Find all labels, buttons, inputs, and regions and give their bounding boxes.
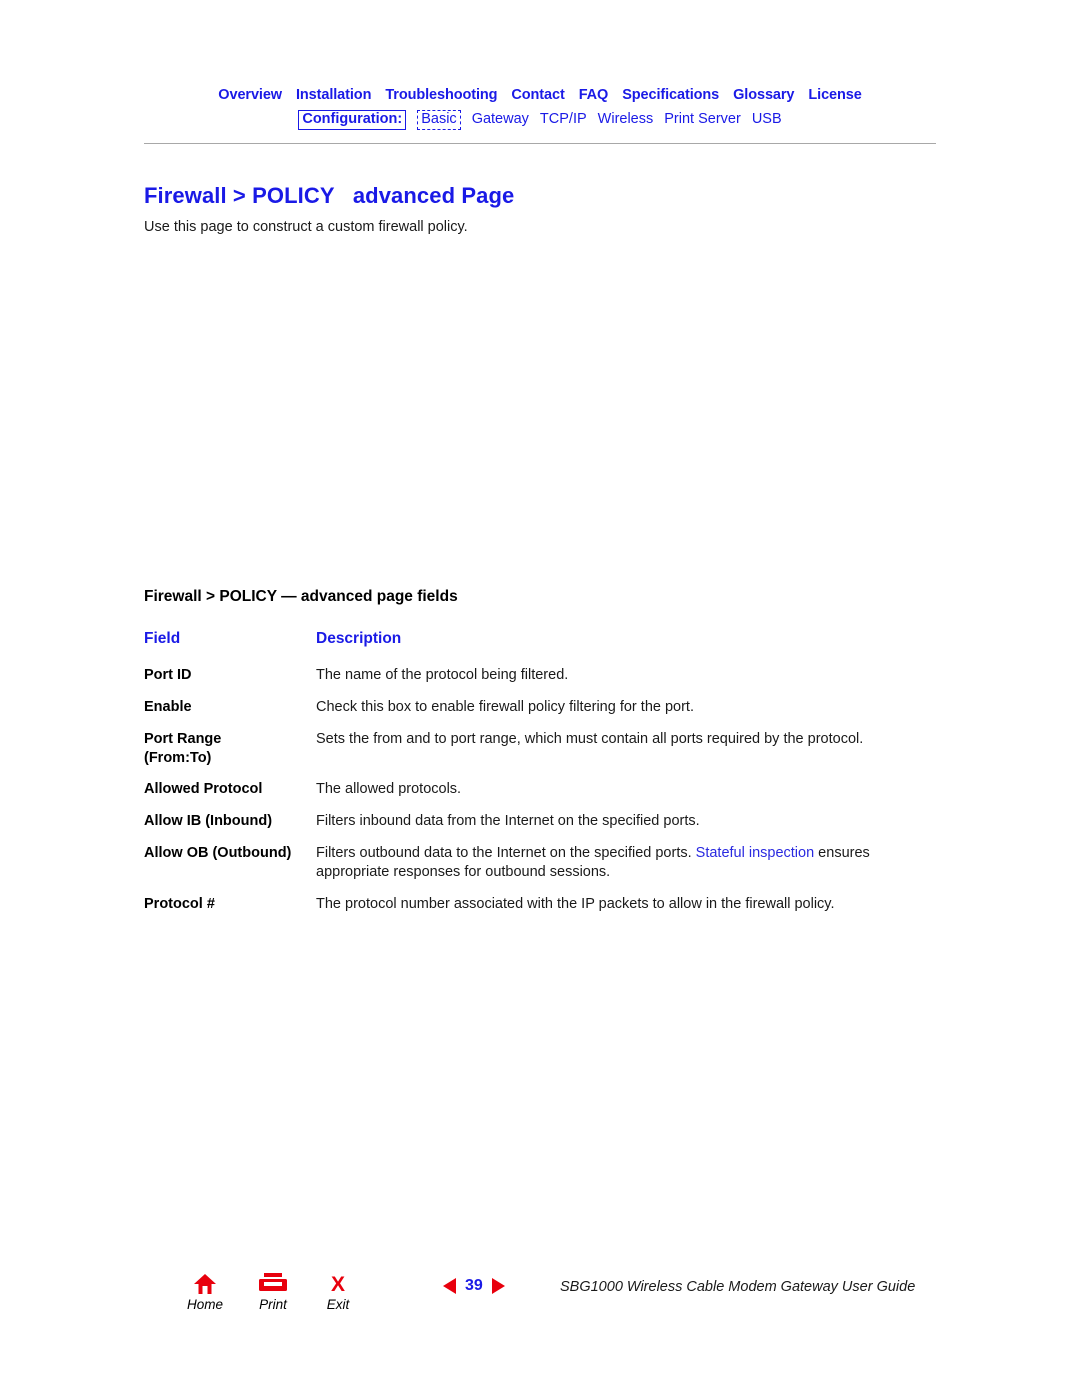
nav-link-troubleshooting[interactable]: Troubleshooting (385, 87, 497, 103)
print-button[interactable]: Print (243, 1272, 303, 1312)
nav-link-usb[interactable]: USB (752, 112, 782, 127)
home-button-label: Home (186, 1297, 223, 1312)
exit-button[interactable]: X Exit (308, 1272, 368, 1312)
nav-link-print-server[interactable]: Print Server (664, 112, 741, 127)
page-intro-text: Use this page to construct a custom fire… (144, 218, 468, 235)
nav-link-tcpip[interactable]: TCP/IP (540, 112, 587, 127)
primary-nav-row: Overview Installation Troubleshooting Co… (144, 87, 936, 103)
table-head: Field Description (144, 630, 904, 666)
exit-button-label: Exit (326, 1297, 350, 1312)
page-title: Firewall > POLICY advanced Page (144, 182, 515, 208)
printer-icon (243, 1272, 303, 1298)
stateful-inspection-link[interactable]: Stateful inspection (696, 845, 815, 861)
field-description: The allowed protocols. (316, 781, 462, 798)
table-row: Allowed Protocol The allowed protocols. (144, 780, 904, 812)
table-header-row: Field Description (144, 630, 904, 666)
nav-link-installation[interactable]: Installation (296, 87, 371, 103)
triangle-left-icon[interactable] (443, 1278, 456, 1294)
triangle-right-icon[interactable] (491, 1278, 505, 1294)
field-name-line1: Port Range (144, 730, 222, 747)
secondary-nav-row: Configuration: Basic Gateway TCP/IP Wire… (144, 110, 936, 130)
header-divider (144, 143, 936, 144)
print-button-label: Print (259, 1297, 287, 1312)
table-body: Port ID The name of the protocol being f… (144, 666, 904, 927)
column-header-description: Description (316, 630, 402, 647)
field-name: Protocol # (144, 895, 215, 912)
fields-table: Field Description Port ID The name of th… (144, 630, 904, 927)
field-name: Allow OB (Outbound) (144, 845, 292, 862)
field-description: Sets the from and to port range, which m… (316, 730, 864, 747)
field-name: Allow IB (Inbound) (144, 813, 273, 830)
field-description: Filters outbound data to the Internet on… (316, 844, 904, 895)
nav-link-gateway[interactable]: Gateway (472, 112, 529, 127)
table-row: Enable Check this box to enable firewall… (144, 698, 904, 730)
table-caption: Firewall > POLICY — advanced page fields (144, 588, 458, 605)
top-navigation: Overview Installation Troubleshooting Co… (144, 87, 936, 130)
home-button[interactable]: Home (175, 1272, 235, 1312)
field-description: Filters inbound data from the Internet o… (316, 813, 700, 830)
column-header-field: Field (144, 630, 181, 647)
field-name: Port Range (From:To) (144, 730, 316, 781)
table-row: Port ID The name of the protocol being f… (144, 666, 904, 698)
description-text-part1: Filters outbound data to the Internet on… (316, 845, 696, 862)
field-name: Port ID (144, 667, 192, 683)
field-description: The protocol number associated with the … (316, 895, 835, 912)
table-row: Allow IB (Inbound) Filters inbound data … (144, 812, 904, 844)
field-description: Check this box to enable firewall policy… (316, 698, 694, 715)
table-row: Protocol # The protocol number associate… (144, 895, 904, 927)
pager: 39 (443, 1277, 505, 1295)
page-footer: Home Print X Exit 39 SBG1000 Wireless Ca… (0, 1268, 1080, 1328)
configuration-label: Configuration: (298, 110, 407, 130)
nav-link-wireless[interactable]: Wireless (598, 112, 654, 127)
home-icon (175, 1272, 235, 1298)
field-description: The name of the protocol being filtered. (316, 667, 569, 683)
nav-link-faq[interactable]: FAQ (579, 87, 609, 103)
field-name: Allowed Protocol (144, 781, 263, 798)
document-title: SBG1000 Wireless Cable Modem Gateway Use… (560, 1279, 916, 1295)
table-row: Port Range (From:To) Sets the from and t… (144, 730, 904, 781)
page-number: 39 (465, 1277, 483, 1294)
nav-link-basic[interactable]: Basic (417, 110, 461, 130)
field-name: Enable (144, 698, 192, 715)
nav-link-specifications[interactable]: Specifications (622, 87, 719, 103)
nav-link-license[interactable]: License (808, 87, 861, 103)
field-name-line2: (From:To) (144, 749, 212, 766)
nav-link-overview[interactable]: Overview (218, 87, 282, 103)
nav-link-glossary[interactable]: Glossary (733, 87, 794, 103)
nav-link-contact[interactable]: Contact (511, 87, 564, 103)
table-row: Allow OB (Outbound) Filters outbound dat… (144, 844, 904, 895)
close-x-icon: X (330, 1273, 345, 1296)
